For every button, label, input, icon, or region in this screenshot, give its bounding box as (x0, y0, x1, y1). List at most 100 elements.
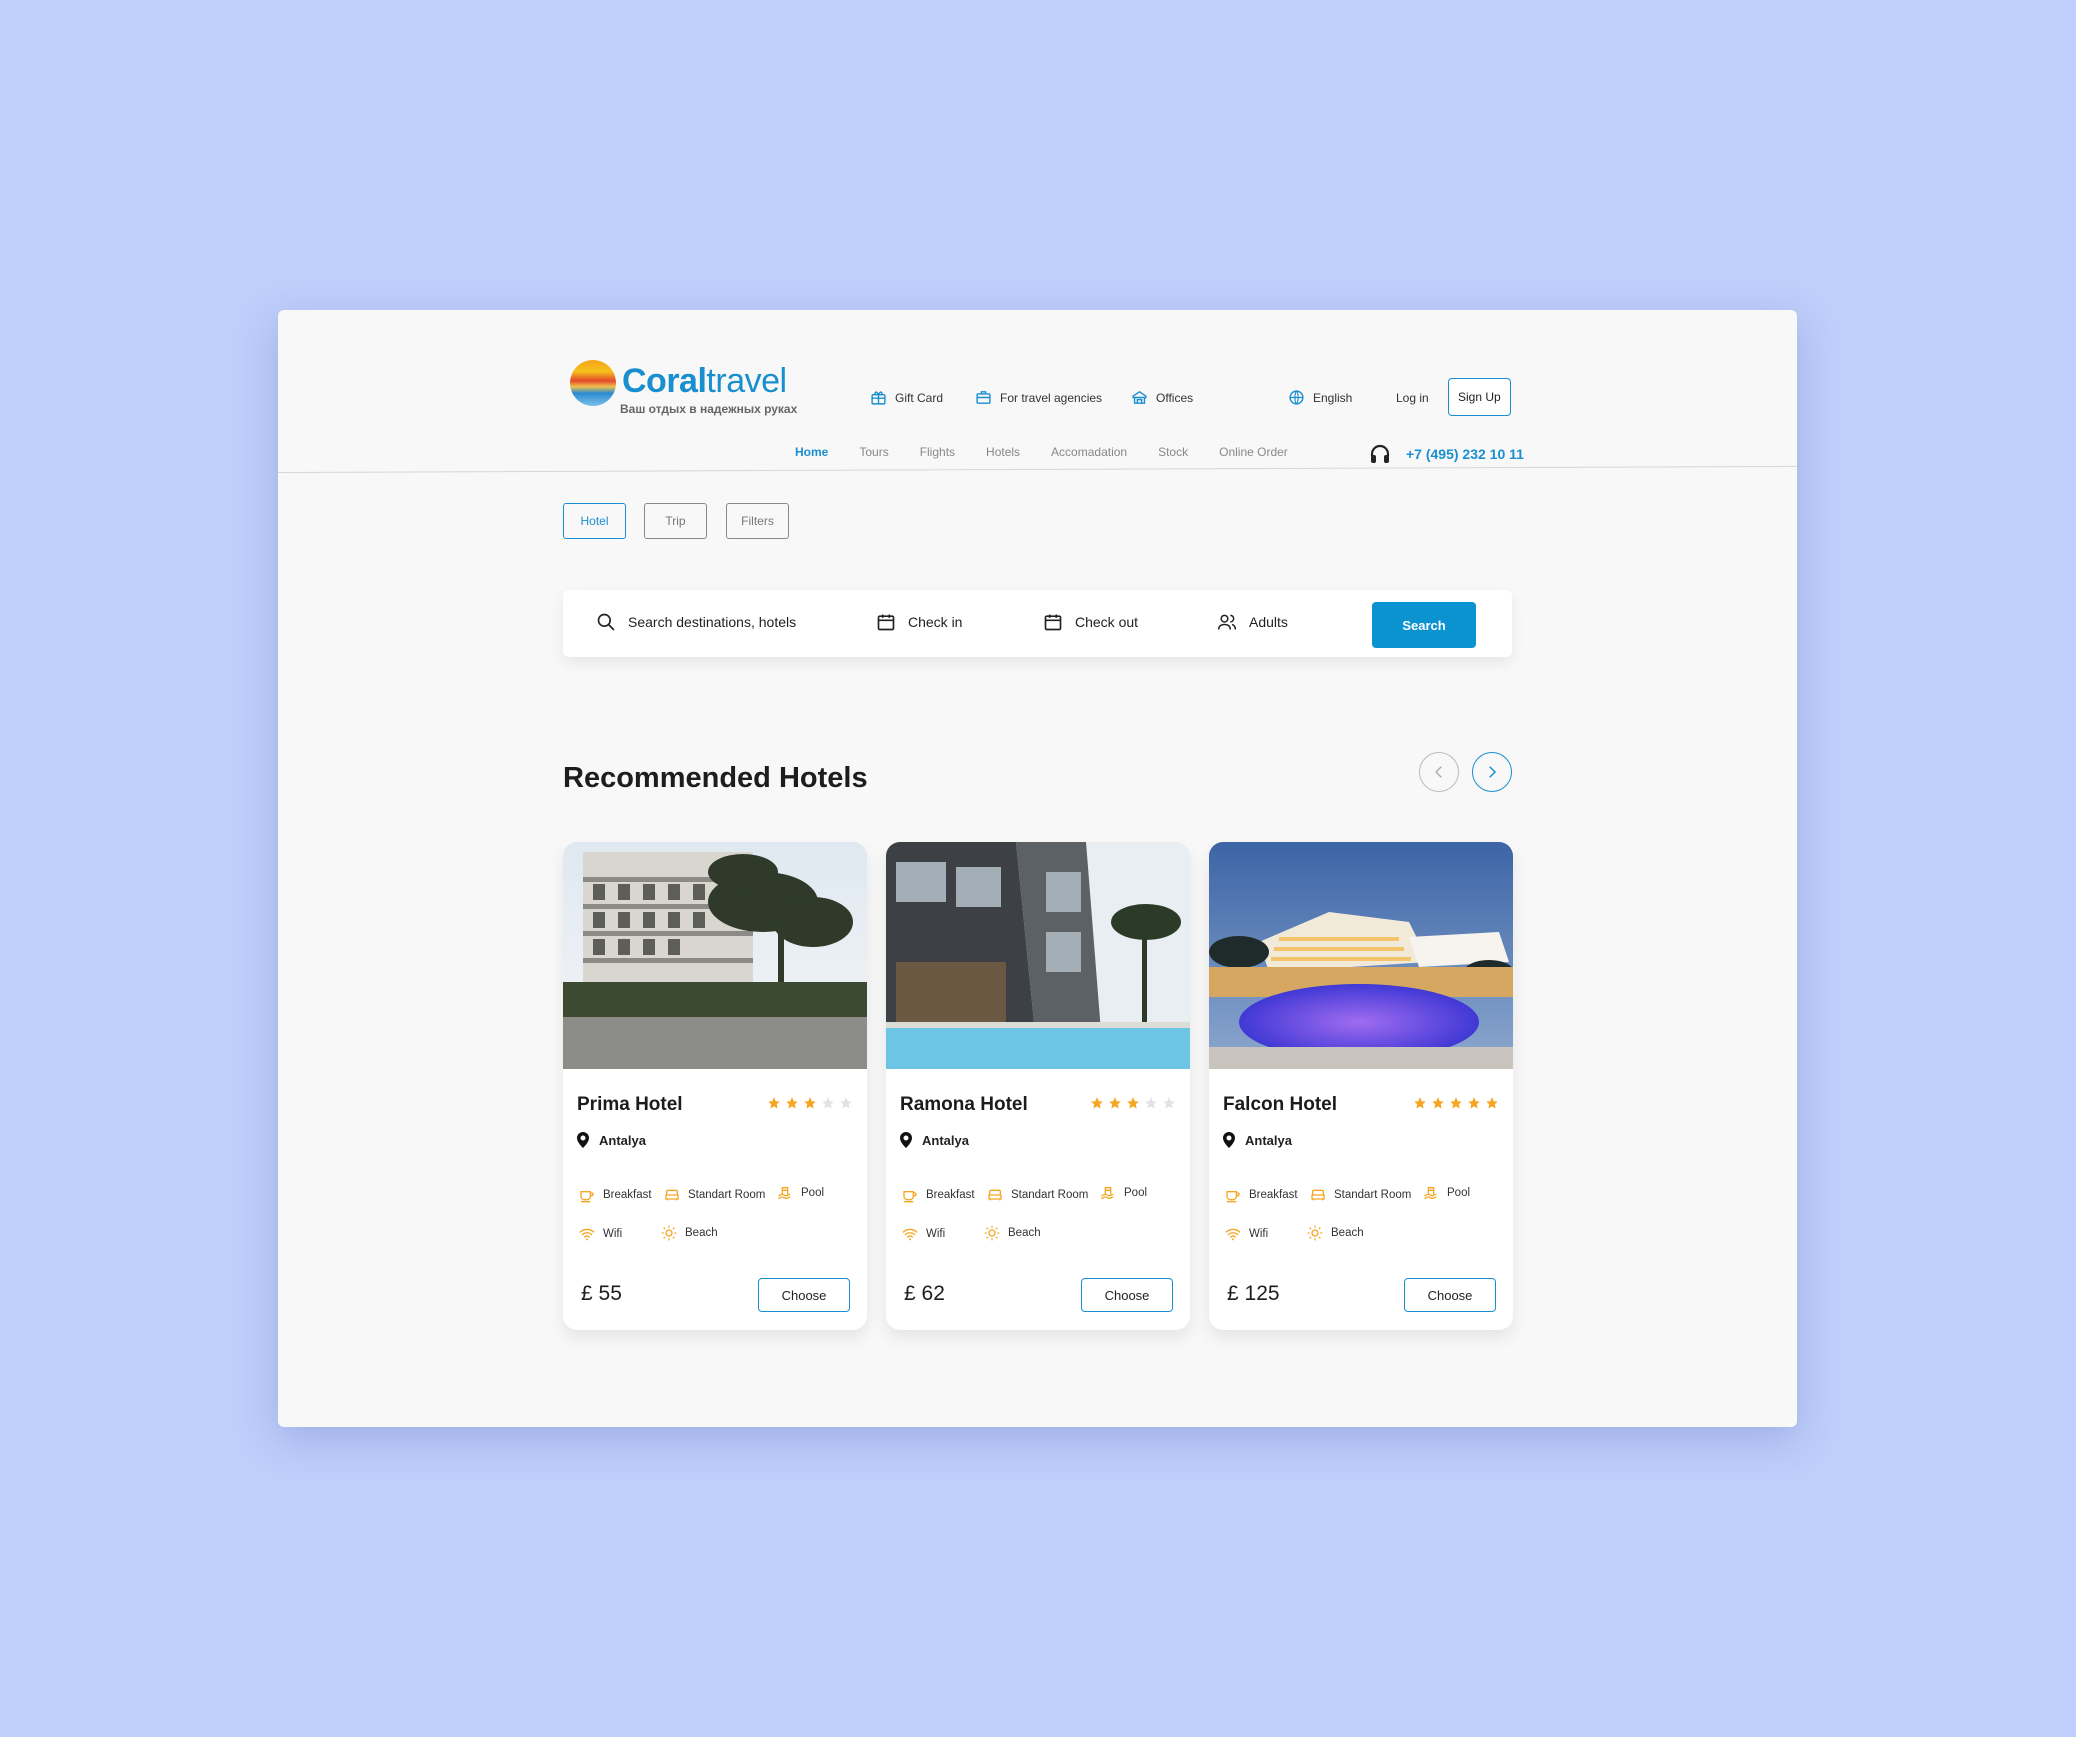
bed-icon (988, 1189, 1002, 1201)
check-out-field[interactable]: Check out (1043, 612, 1138, 632)
hotel-price: £ 55 (581, 1282, 622, 1305)
star-filled-icon (1468, 1097, 1480, 1109)
star-empty-icon (1163, 1097, 1175, 1109)
bed-icon (665, 1189, 679, 1201)
offices-link[interactable]: Offices (1131, 389, 1193, 406)
hotel-photo (563, 842, 867, 1069)
amenity-breakfast: Breakfast (579, 1187, 652, 1203)
carousel-prev-button[interactable] (1419, 752, 1459, 792)
amenity-standart-room: Standart Room (664, 1187, 765, 1203)
nav-item-stock[interactable]: Stock (1158, 445, 1188, 459)
location-pin-icon (900, 1132, 912, 1148)
amenity-breakfast: Breakfast (1225, 1187, 1298, 1203)
amenity-breakfast: Breakfast (902, 1187, 975, 1203)
language-selector[interactable]: English (1288, 389, 1352, 406)
star-empty-icon (822, 1097, 834, 1109)
sun-icon (1307, 1225, 1323, 1241)
star-filled-icon (1432, 1097, 1444, 1109)
hotel-card[interactable]: Ramona Hotel Antalya Breakfast Standart … (886, 842, 1190, 1330)
users-icon (1217, 614, 1237, 630)
adults-field[interactable]: Adults (1217, 612, 1288, 632)
globe-icon (1289, 390, 1304, 405)
briefcase-icon (976, 391, 991, 404)
office-icon (1132, 390, 1147, 404)
wifi-icon (579, 1228, 595, 1241)
nav-item-home[interactable]: Home (795, 445, 828, 459)
logo-tagline: Ваш отдых в надежных руках (620, 402, 798, 416)
amenity-pool: Pool (777, 1185, 824, 1201)
section-title: Recommended Hotels (563, 762, 868, 794)
calendar-icon (877, 614, 895, 631)
hotel-name: Prima Hotel (577, 1094, 683, 1115)
destination-field[interactable]: Search destinations, hotels (596, 612, 796, 632)
signup-button[interactable]: Sign Up (1448, 378, 1511, 416)
calendar-icon (1044, 614, 1062, 631)
search-icon (597, 613, 615, 631)
logo-wordmark: Coraltravel (622, 362, 787, 400)
star-filled-icon (1109, 1097, 1121, 1109)
nav-item-hotels[interactable]: Hotels (986, 445, 1020, 459)
header-divider (278, 465, 1797, 473)
star-rating (1090, 1096, 1176, 1110)
nav-item-online-order[interactable]: Online Order (1219, 445, 1288, 459)
star-filled-icon (804, 1097, 816, 1109)
amenity-pool: Pool (1100, 1185, 1147, 1201)
star-filled-icon (1127, 1097, 1139, 1109)
wifi-icon (1225, 1228, 1241, 1241)
logo-sphere-icon (570, 360, 616, 406)
choose-button[interactable]: Choose (1404, 1278, 1496, 1312)
amenity-beach: Beach (1307, 1225, 1364, 1241)
location-pin-icon (1223, 1132, 1235, 1148)
hotel-location: Antalya (577, 1132, 646, 1148)
hotel-price: £ 62 (904, 1282, 945, 1305)
search-button[interactable]: Search (1372, 602, 1476, 648)
pool-icon (778, 1187, 791, 1200)
choose-button[interactable]: Choose (758, 1278, 850, 1312)
coffee-icon (1226, 1191, 1240, 1203)
hotel-price: £ 125 (1227, 1282, 1280, 1305)
star-filled-icon (786, 1097, 798, 1109)
location-pin-icon (577, 1132, 589, 1148)
logo[interactable]: Coraltravel Ваш отдых в надежных руках (570, 360, 810, 430)
star-filled-icon (1091, 1097, 1103, 1109)
search-bar: Search destinations, hotels Check in Che… (563, 590, 1512, 657)
amenity-wifi: Wifi (579, 1226, 622, 1242)
headset-icon (1370, 444, 1390, 463)
browser-window: Coraltravel Ваш отдых в надежных руках G… (278, 310, 1797, 1427)
sun-icon (984, 1225, 1000, 1241)
nav-item-tours[interactable]: Tours (859, 445, 888, 459)
tab-hotel[interactable]: Hotel (563, 503, 626, 539)
star-filled-icon (1486, 1097, 1498, 1109)
amenity-standart-room: Standart Room (987, 1187, 1088, 1203)
nav-item-flights[interactable]: Flights (920, 445, 955, 459)
tab-filters[interactable]: Filters (726, 503, 789, 539)
amenity-wifi: Wifi (902, 1226, 945, 1242)
bed-icon (1311, 1189, 1325, 1201)
chevron-right-icon (1489, 766, 1497, 778)
travel-agencies-link[interactable]: For travel agencies (975, 389, 1102, 406)
amenity-pool: Pool (1423, 1185, 1470, 1201)
nav-item-accomadation[interactable]: Accomadation (1051, 445, 1127, 459)
tab-trip[interactable]: Trip (644, 503, 707, 539)
star-empty-icon (1145, 1097, 1157, 1109)
coffee-icon (903, 1191, 917, 1203)
hotel-photo (886, 842, 1190, 1069)
phone-number: +7 (495) 232 10 11 (1406, 446, 1524, 462)
hotel-name: Ramona Hotel (900, 1094, 1028, 1115)
check-in-field[interactable]: Check in (876, 612, 962, 632)
gift-card-link[interactable]: Gift Card (870, 389, 943, 406)
choose-button[interactable]: Choose (1081, 1278, 1173, 1312)
phone-contact[interactable]: +7 (495) 232 10 11 (1368, 441, 1524, 467)
hotel-name: Falcon Hotel (1223, 1094, 1338, 1115)
star-rating (767, 1096, 853, 1110)
amenity-beach: Beach (984, 1225, 1041, 1241)
hotel-card[interactable]: Prima Hotel Antalya Breakfast Standart R… (563, 842, 867, 1330)
star-empty-icon (840, 1097, 852, 1109)
star-filled-icon (768, 1097, 780, 1109)
pool-icon (1101, 1187, 1114, 1200)
hotel-card[interactable]: Falcon Hotel Antalya Breakfast Standart … (1209, 842, 1513, 1330)
amenity-standart-room: Standart Room (1310, 1187, 1411, 1203)
hotel-location: Antalya (900, 1132, 969, 1148)
carousel-next-button[interactable] (1472, 752, 1512, 792)
login-link[interactable]: Log in (1396, 391, 1429, 405)
